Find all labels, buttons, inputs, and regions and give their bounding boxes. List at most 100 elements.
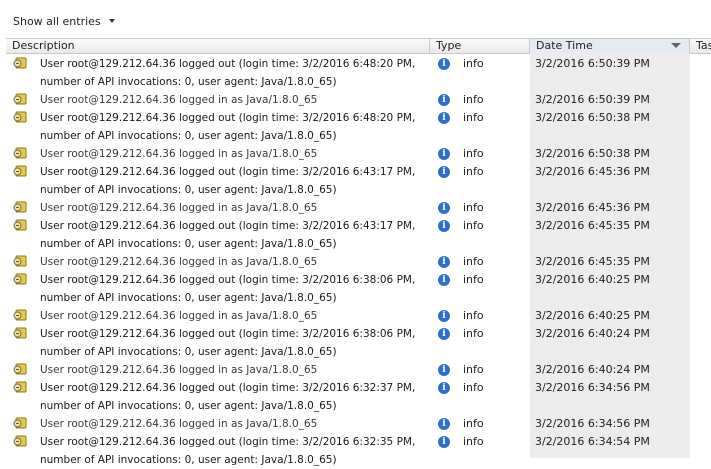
- column-label: Date Time: [536, 39, 593, 52]
- event-type: info: [463, 219, 484, 232]
- table-header: Description Type Date Time Tas: [6, 38, 711, 54]
- event-description: User root@129.212.64.36 logged in as Jav…: [40, 94, 318, 106]
- event-datetime: 3/2/2016 6:40:24 PM: [535, 327, 650, 340]
- table-row[interactable]: User root@129.212.64.36 logged out (logi…: [0, 271, 711, 289]
- info-icon: i: [438, 418, 450, 430]
- column-label: Type: [436, 39, 462, 52]
- event-description: number of API invocations: 0, user agent…: [40, 454, 337, 466]
- event-description: User root@129.212.64.36 logged in as Jav…: [40, 364, 318, 376]
- event-log-icon: [13, 147, 27, 159]
- info-icon: i: [438, 382, 450, 394]
- table-row[interactable]: User root@129.212.64.36 logged out (logi…: [0, 217, 711, 235]
- event-description: number of API invocations: 0, user agent…: [40, 184, 337, 196]
- info-icon: i: [438, 202, 450, 214]
- event-type: info: [463, 165, 484, 178]
- info-icon: i: [438, 166, 450, 178]
- info-icon: i: [438, 364, 450, 376]
- chevron-down-icon: [108, 19, 115, 23]
- table-row[interactable]: number of API invocations: 0, user agent…: [0, 73, 711, 91]
- sort-desc-icon: [671, 43, 681, 48]
- event-log-icon: [13, 327, 27, 339]
- event-description: number of API invocations: 0, user agent…: [40, 292, 337, 304]
- table-row[interactable]: User root@129.212.64.36 logged out (logi…: [0, 379, 711, 397]
- table-row[interactable]: User root@129.212.64.36 logged in as Jav…: [0, 199, 711, 217]
- table-row[interactable]: User root@129.212.64.36 logged out (logi…: [0, 325, 711, 343]
- event-description: number of API invocations: 0, user agent…: [40, 346, 337, 358]
- table-row[interactable]: User root@129.212.64.36 logged out (logi…: [0, 109, 711, 127]
- column-header-datetime[interactable]: Date Time: [530, 39, 690, 53]
- event-description: User root@129.212.64.36 logged out (logi…: [40, 58, 416, 70]
- event-description: number of API invocations: 0, user agent…: [40, 238, 337, 250]
- event-log-icon: [13, 381, 27, 393]
- event-description: User root@129.212.64.36 logged in as Jav…: [40, 148, 318, 160]
- event-datetime: 3/2/2016 6:34:54 PM: [535, 435, 650, 448]
- column-label: Tas: [696, 39, 711, 52]
- event-datetime: 3/2/2016 6:40:24 PM: [535, 363, 650, 376]
- column-header-description[interactable]: Description: [6, 39, 430, 53]
- table-row[interactable]: User root@129.212.64.36 logged out (logi…: [0, 55, 711, 73]
- info-icon: i: [438, 148, 450, 160]
- table-row[interactable]: User root@129.212.64.36 logged in as Jav…: [0, 415, 711, 433]
- column-header-type[interactable]: Type: [430, 39, 530, 53]
- event-description: User root@129.212.64.36 logged out (logi…: [40, 166, 416, 178]
- event-log-icon: [13, 111, 27, 123]
- event-description: User root@129.212.64.36 logged in as Jav…: [40, 310, 318, 322]
- table-row[interactable]: number of API invocations: 0, user agent…: [0, 451, 711, 469]
- event-log-icon: [13, 417, 27, 429]
- event-type: info: [463, 201, 484, 214]
- event-description: User root@129.212.64.36 logged in as Jav…: [40, 418, 318, 430]
- table-row[interactable]: number of API invocations: 0, user agent…: [0, 289, 711, 307]
- event-datetime: 3/2/2016 6:45:35 PM: [535, 255, 650, 268]
- event-type: info: [463, 111, 484, 124]
- table-row[interactable]: number of API invocations: 0, user agent…: [0, 181, 711, 199]
- event-type: info: [463, 435, 484, 448]
- event-datetime: 3/2/2016 6:50:39 PM: [535, 93, 650, 106]
- table-row[interactable]: number of API invocations: 0, user agent…: [0, 127, 711, 145]
- table-row[interactable]: User root@129.212.64.36 logged in as Jav…: [0, 307, 711, 325]
- show-entries-dropdown[interactable]: Show all entries: [13, 13, 115, 29]
- column-header-task[interactable]: Tas: [690, 39, 711, 53]
- event-type: info: [463, 363, 484, 376]
- event-log-icon: [13, 57, 27, 69]
- info-icon: i: [438, 58, 450, 70]
- event-description: User root@129.212.64.36 logged out (logi…: [40, 274, 416, 286]
- show-entries-label: Show all entries: [13, 14, 101, 28]
- event-datetime: 3/2/2016 6:40:25 PM: [535, 309, 650, 322]
- event-description: User root@129.212.64.36 logged in as Jav…: [40, 202, 318, 214]
- column-label: Description: [12, 39, 75, 52]
- event-type: info: [463, 327, 484, 340]
- event-datetime: 3/2/2016 6:40:25 PM: [535, 273, 650, 286]
- table-row[interactable]: number of API invocations: 0, user agent…: [0, 343, 711, 361]
- event-description: User root@129.212.64.36 logged out (logi…: [40, 382, 416, 394]
- event-datetime: 3/2/2016 6:45:35 PM: [535, 219, 650, 232]
- event-type: info: [463, 273, 484, 286]
- info-icon: i: [438, 328, 450, 340]
- event-type: info: [463, 57, 484, 70]
- info-icon: i: [438, 310, 450, 322]
- event-type: info: [463, 417, 484, 430]
- table-row[interactable]: User root@129.212.64.36 logged in as Jav…: [0, 361, 711, 379]
- event-description: User root@129.212.64.36 logged out (logi…: [40, 328, 416, 340]
- event-datetime: 3/2/2016 6:34:56 PM: [535, 417, 650, 430]
- table-row[interactable]: number of API invocations: 0, user agent…: [0, 235, 711, 253]
- info-icon: i: [438, 274, 450, 286]
- event-log-icon: [13, 201, 27, 213]
- table-row[interactable]: User root@129.212.64.36 logged in as Jav…: [0, 145, 711, 163]
- event-log-icon: [13, 363, 27, 375]
- table-row[interactable]: number of API invocations: 0, user agent…: [0, 397, 711, 415]
- filter-bar: Show all entries: [0, 0, 711, 38]
- info-icon: i: [438, 112, 450, 124]
- table-row[interactable]: User root@129.212.64.36 logged in as Jav…: [0, 253, 711, 271]
- event-datetime: 3/2/2016 6:50:38 PM: [535, 111, 650, 124]
- table-row[interactable]: User root@129.212.64.36 logged out (logi…: [0, 433, 711, 451]
- info-icon: i: [438, 94, 450, 106]
- table-row[interactable]: User root@129.212.64.36 logged out (logi…: [0, 163, 711, 181]
- event-description: User root@129.212.64.36 logged out (logi…: [40, 220, 416, 232]
- event-type: info: [463, 381, 484, 394]
- event-description: number of API invocations: 0, user agent…: [40, 400, 337, 412]
- event-type: info: [463, 93, 484, 106]
- event-log-icon: [13, 255, 27, 267]
- event-datetime: 3/2/2016 6:45:36 PM: [535, 201, 650, 214]
- event-datetime: 3/2/2016 6:45:36 PM: [535, 165, 650, 178]
- table-row[interactable]: User root@129.212.64.36 logged in as Jav…: [0, 91, 711, 109]
